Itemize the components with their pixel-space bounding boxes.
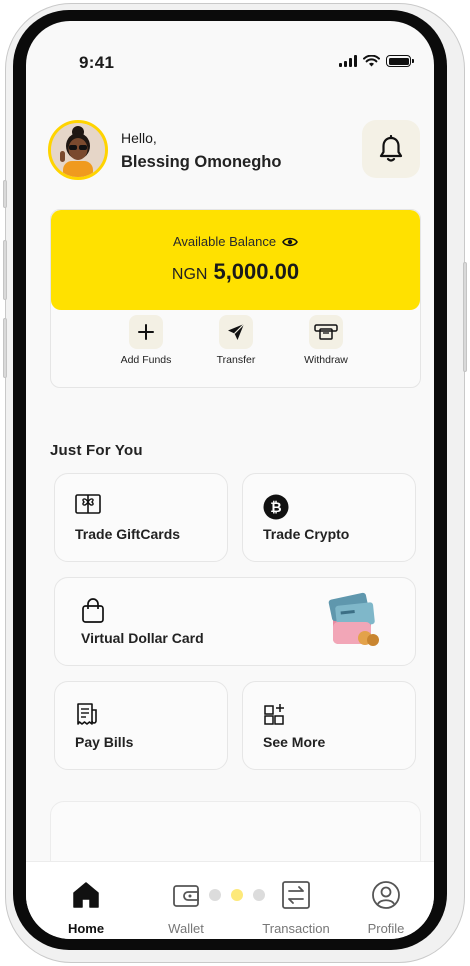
side-button [3,240,7,300]
balance-amount-row: NGN 5,000.00 [51,259,420,285]
svg-text:₿: ₿ [270,500,281,516]
phone-bezel: 9:41 Hello, Blessing Omonegho Available … [13,10,447,950]
section-title: Just For You [50,442,143,459]
balance-label: Available Balance [172,234,277,249]
transfer-button[interactable]: Transfer [191,315,281,366]
bitcoin-icon: ₿ [263,494,289,520]
bell-icon [379,135,403,162]
virtual-dollar-card-tile[interactable]: Virtual Dollar Card [54,577,416,666]
trade-giftcards-tile[interactable]: Trade GiftCards [54,473,228,562]
side-button [3,180,7,208]
home-icon [73,882,99,908]
send-icon [219,315,253,349]
balance-currency: NGN [171,266,208,283]
status-icons [339,55,414,67]
wifi-icon [363,55,380,67]
nav-wallet-label: Wallet [168,921,204,936]
add-funds-label: Add Funds [120,354,172,366]
app-screen: 9:41 Hello, Blessing Omonegho Available … [26,21,434,939]
plus-icon [129,315,163,349]
greeting-text: Hello, [121,130,157,146]
status-time: 9:41 [79,53,115,72]
pager-dot[interactable] [209,889,221,901]
nav-transaction[interactable]: Transaction [246,880,346,936]
balance-card: Available Balance NGN 5,000.00 Add Funds… [50,209,421,388]
signal-icon [339,55,357,67]
user-name: Blessing Omonegho [121,153,282,171]
shopping-bag-icon [82,598,104,623]
trade-giftcards-label: Trade GiftCards [75,526,181,542]
eye-icon[interactable] [282,236,298,248]
notification-button[interactable] [362,120,420,178]
avatar-illustration [51,123,105,177]
battery-icon [386,55,414,67]
transfer-arrows-icon [282,881,310,909]
trade-crypto-label: Trade Crypto [263,526,350,542]
trade-crypto-tile[interactable]: ₿ Trade Crypto [242,473,416,562]
transfer-label: Transfer [216,354,256,366]
withdraw-button[interactable]: Withdraw [281,315,371,366]
virtual-dollar-card-label: Virtual Dollar Card [81,630,204,646]
nav-home[interactable]: Home [46,880,126,936]
withdraw-label: Withdraw [304,354,348,366]
card-wallet-illustration [328,592,379,646]
nav-profile[interactable]: Profile [346,880,426,936]
user-icon [372,881,400,909]
nav-home-label: Home [67,921,105,936]
wallet-icon [173,885,199,907]
add-funds-button[interactable]: Add Funds [101,315,191,366]
grid-plus-icon [264,704,284,725]
balance-label-row: Available Balance [51,210,420,249]
user-avatar[interactable] [48,120,108,180]
withdraw-icon [309,315,343,349]
nav-profile-label: Profile [367,921,405,936]
bill-icon [77,703,97,725]
see-more-label: See More [263,734,326,750]
nav-transaction-label: Transaction [262,921,330,936]
pay-bills-tile[interactable]: Pay Bills [54,681,228,770]
pager-dot-active[interactable] [231,889,243,901]
balance-panel: Available Balance NGN 5,000.00 [51,210,420,310]
side-button [3,318,7,378]
balance-amount: 5,000.00 [213,259,300,284]
side-button [463,262,467,372]
quick-actions: Add Funds Transfer Withdraw [51,315,420,385]
see-more-tile[interactable]: See More [242,681,416,770]
bottom-nav: Home Wallet Transaction Profile [26,861,434,939]
gift-card-icon [75,494,101,514]
pay-bills-label: Pay Bills [75,734,134,750]
